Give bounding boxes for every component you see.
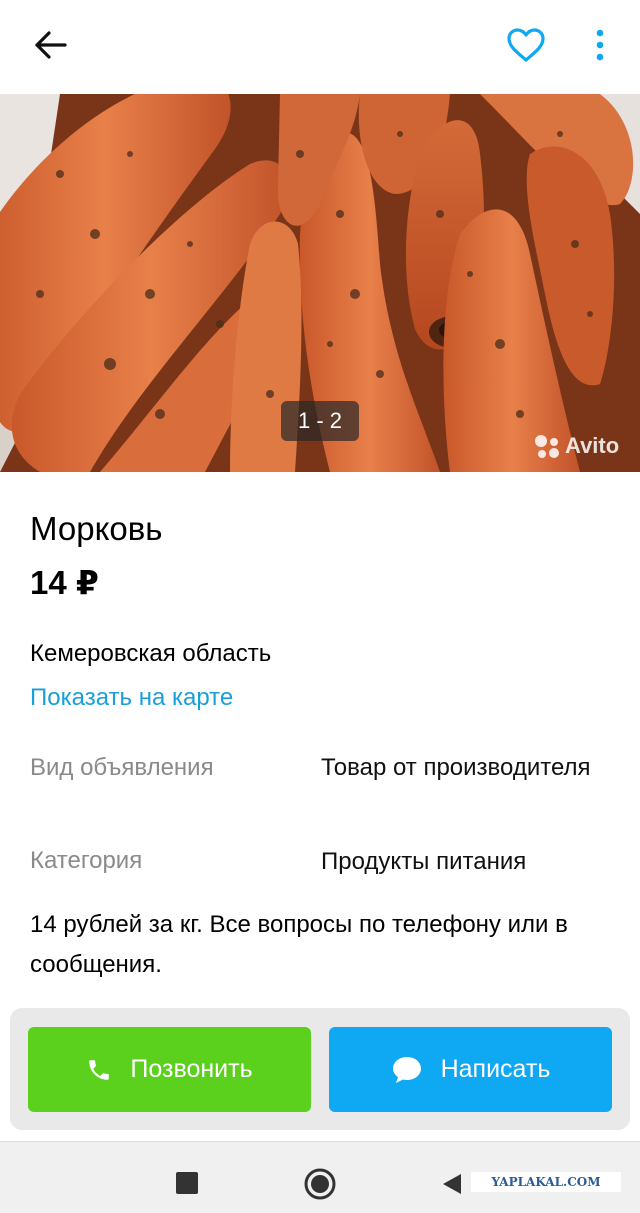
- square-icon: [176, 1172, 198, 1194]
- property-label-category: Категория: [30, 847, 143, 874]
- property-value-ad-type: Товар от производителя: [321, 754, 591, 781]
- write-message-button[interactable]: Написать: [329, 1027, 612, 1112]
- watermark-text: Avito: [565, 433, 620, 458]
- listing-price: 14 ₽: [30, 564, 99, 601]
- system-back-button[interactable]: [432, 1164, 472, 1204]
- home-button[interactable]: [300, 1164, 340, 1204]
- listing-title: Морковь: [30, 510, 163, 547]
- arrow-left-icon: [35, 31, 67, 59]
- favorite-button[interactable]: [498, 18, 554, 72]
- write-button-label: Написать: [440, 1055, 551, 1083]
- chat-bubble-icon: [392, 1056, 421, 1083]
- back-button[interactable]: [22, 20, 78, 70]
- circle-icon: [304, 1168, 336, 1200]
- property-label-ad-type: Вид объявления: [30, 754, 214, 781]
- avito-watermark: Avito: [533, 430, 619, 462]
- property-value-category: Продукты питания: [321, 848, 527, 875]
- avito-dots-icon: [535, 435, 559, 458]
- listing-description: 14 рублей за кг. Все вопросы по телефону…: [30, 911, 568, 978]
- triangle-back-icon: [443, 1174, 461, 1194]
- phone-icon: [89, 1059, 110, 1080]
- photo-counter: 1 - 2: [281, 401, 359, 441]
- site-watermark: YAPLAKAL.COM: [471, 1172, 621, 1192]
- call-button[interactable]: Позвонить: [28, 1027, 311, 1112]
- more-menu-button[interactable]: [582, 20, 618, 70]
- show-on-map-link[interactable]: Показать на карте: [30, 682, 233, 714]
- more-vertical-icon: [596, 29, 604, 61]
- listing-region: Кемеровская область: [30, 640, 272, 667]
- call-button-label: Позвонить: [130, 1055, 253, 1083]
- heart-outline-icon: [507, 28, 545, 62]
- recent-apps-button[interactable]: [168, 1164, 206, 1202]
